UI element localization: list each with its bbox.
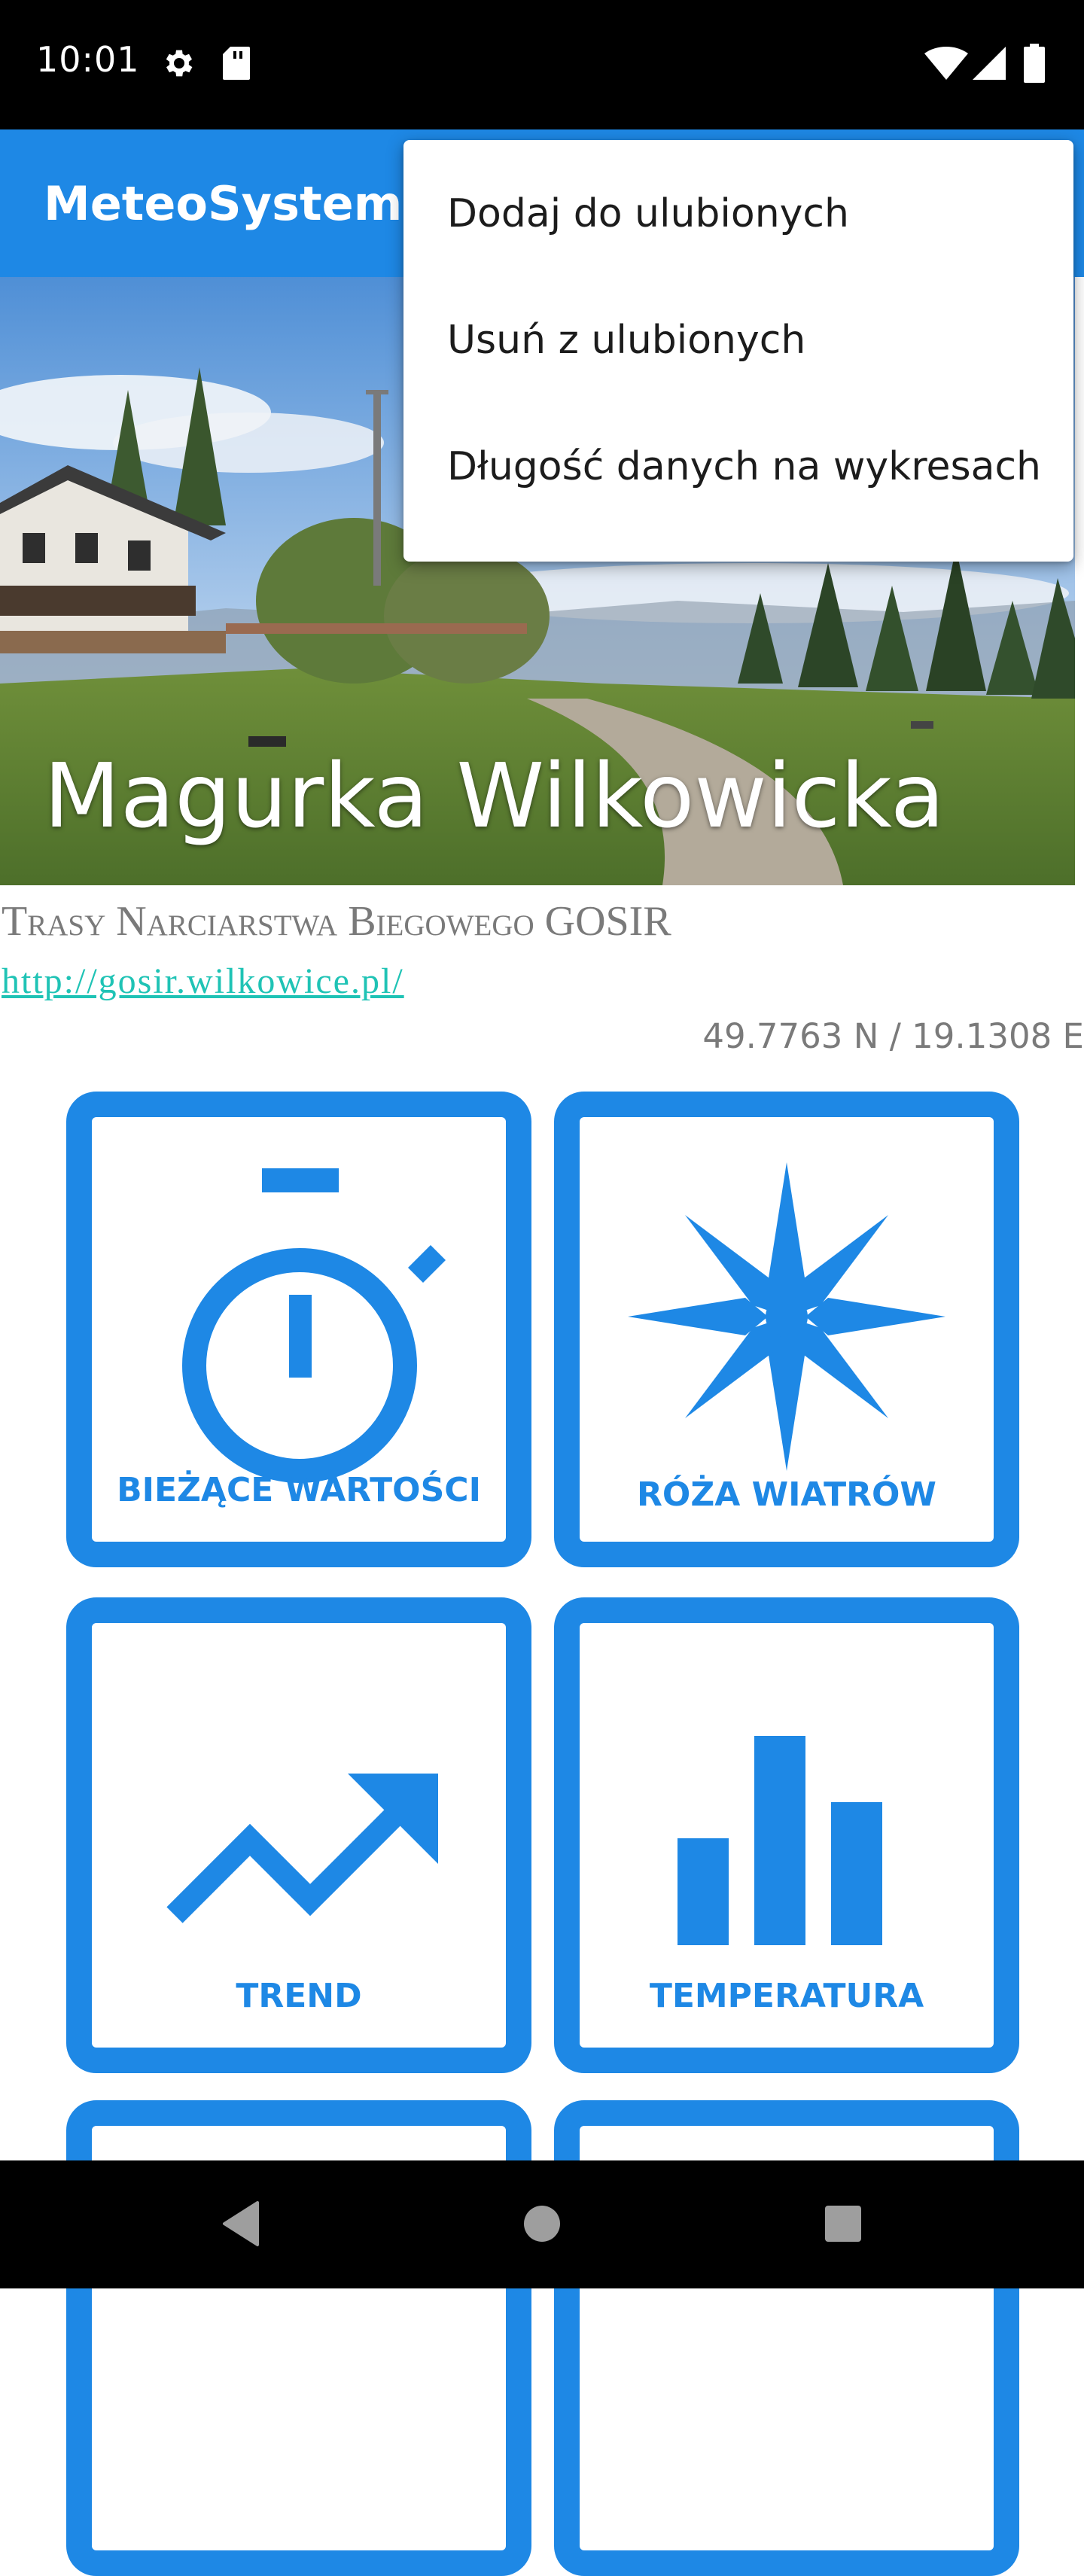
tile-wind-rose[interactable]: RÓŻA WIATRÓW [554,1092,1019,1567]
recents-icon[interactable] [822,2200,864,2248]
menu-item-chart-data-length[interactable]: Długość danych na wykresach [403,403,1073,530]
gear-icon [166,50,193,77]
station-description: Trasy Narciarstwa Biegowego GOSIR [2,898,671,945]
signal-icon [973,47,1006,80]
battery-icon [1024,44,1045,83]
overflow-menu: Dodaj do ulubionych Usuń z ulubionych Dł… [403,140,1073,562]
station-name: Magurka Wilkowicka [44,744,945,848]
navigation-bar [0,2160,1084,2288]
station-coordinates: 49.7763 N / 19.1308 E [702,1016,1084,1056]
tile-label: BIEŻĄCE WARTOŚCI [117,1471,481,1509]
menu-item-add-favorite[interactable]: Dodaj do ulubionych [403,151,1073,277]
home-icon[interactable] [521,2200,563,2248]
tile-trend[interactable]: TREND [66,1597,531,2073]
status-time: 10:01 [36,39,140,80]
tile-temperature[interactable]: TEMPERATURA [554,1597,1019,2073]
tile-label: RÓŻA WIATRÓW [637,1475,936,1514]
menu-item-remove-favorite[interactable]: Usuń z ulubionych [403,277,1073,403]
tile-current-values[interactable]: BIEŻĄCE WARTOŚCI [66,1092,531,1567]
back-icon[interactable] [218,2200,260,2248]
wifi-icon [924,47,968,80]
tile-label: TREND [236,1977,362,2015]
sd-card-icon [223,47,250,80]
tile-label: TEMPERATURA [649,1977,924,2015]
app-title: MeteoSystem [44,176,403,231]
station-website-link[interactable]: http://gosir.wilkowice.pl/ [2,961,404,1002]
status-bar: 10:01 [0,0,1084,129]
